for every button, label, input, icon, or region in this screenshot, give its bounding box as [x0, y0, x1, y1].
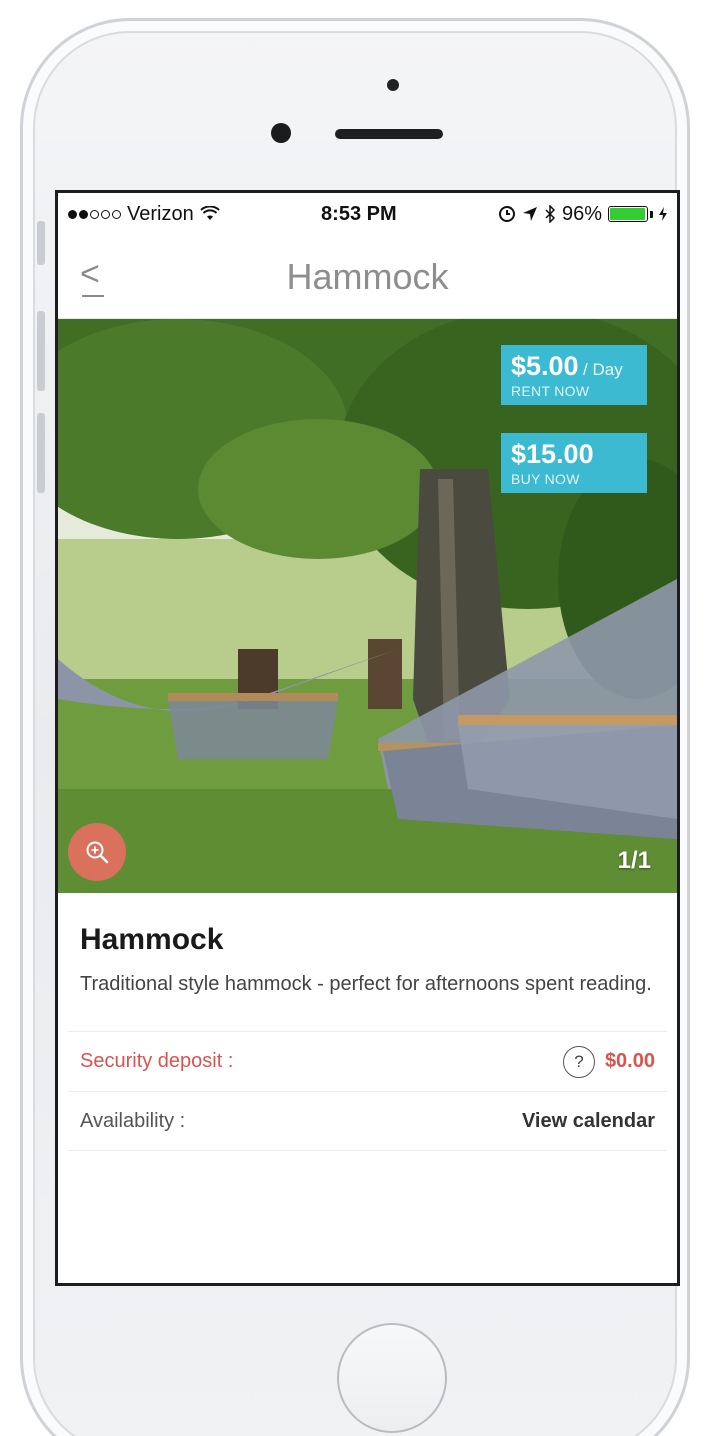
- back-chevron-icon: <: [80, 255, 100, 293]
- battery-icon: [608, 206, 653, 222]
- view-calendar-link[interactable]: View calendar: [522, 1110, 655, 1133]
- item-title: Hammock: [80, 923, 224, 956]
- status-bar: Verizon 8:53 PM 96%: [58, 193, 677, 235]
- volume-up-button: [37, 311, 45, 391]
- app-screen: Verizon 8:53 PM 96% < Hammock $5.00 / Da…: [55, 190, 680, 1286]
- buy-price: $15.00: [511, 439, 594, 469]
- hammock-scene-image: [58, 319, 677, 893]
- product-photo[interactable]: $5.00 / Day RENT NOW $15.00 BUY NOW 1/1: [58, 319, 677, 893]
- navigation-bar: < Hammock: [58, 235, 677, 319]
- rent-now-label: RENT NOW: [511, 383, 590, 399]
- wifi-icon: [200, 206, 220, 220]
- proximity-sensor: [387, 79, 399, 91]
- item-description: Traditional style hammock - perfect for …: [80, 973, 652, 995]
- security-deposit-row: Security deposit : ? $0.00: [68, 1031, 667, 1091]
- battery-percent: 96%: [561, 202, 602, 225]
- carrier-name: Verizon: [127, 202, 194, 225]
- photo-counter: 1/1: [617, 847, 651, 874]
- alarm-icon: [498, 206, 515, 222]
- status-right: 96%: [498, 203, 667, 226]
- status-left: Verizon: [68, 203, 220, 226]
- status-time: 8:53 PM: [321, 202, 397, 225]
- charging-icon: [659, 207, 667, 221]
- rent-unit: / Day: [583, 360, 623, 379]
- security-deposit-value-group: ? $0.00: [562, 1045, 655, 1078]
- item-details: Hammock Traditional style hammock - perf…: [58, 893, 677, 997]
- zoom-in-icon: [86, 841, 109, 864]
- front-camera: [271, 123, 291, 143]
- help-icon[interactable]: ?: [562, 1045, 595, 1078]
- availability-row: Availability : View calendar: [68, 1091, 667, 1151]
- location-icon: [522, 207, 537, 221]
- zoom-button[interactable]: [68, 823, 126, 881]
- mute-switch: [37, 221, 45, 265]
- bluetooth-icon: [545, 205, 556, 223]
- home-button[interactable]: [337, 1323, 447, 1433]
- earpiece-speaker: [335, 129, 443, 139]
- buy-price-tag[interactable]: $15.00 BUY NOW: [501, 433, 647, 493]
- volume-down-button: [37, 413, 45, 493]
- back-button[interactable]: <: [80, 257, 110, 297]
- security-deposit-label: Security deposit :: [80, 1050, 234, 1072]
- buy-now-label: BUY NOW: [511, 471, 580, 487]
- page-title: Hammock: [286, 255, 449, 297]
- security-deposit-value: $0.00: [604, 1050, 655, 1072]
- rent-price-tag[interactable]: $5.00 / Day RENT NOW: [501, 345, 647, 405]
- availability-label: Availability :: [80, 1109, 186, 1132]
- rent-price: $5.00: [511, 351, 579, 381]
- signal-strength-icon: [68, 209, 121, 219]
